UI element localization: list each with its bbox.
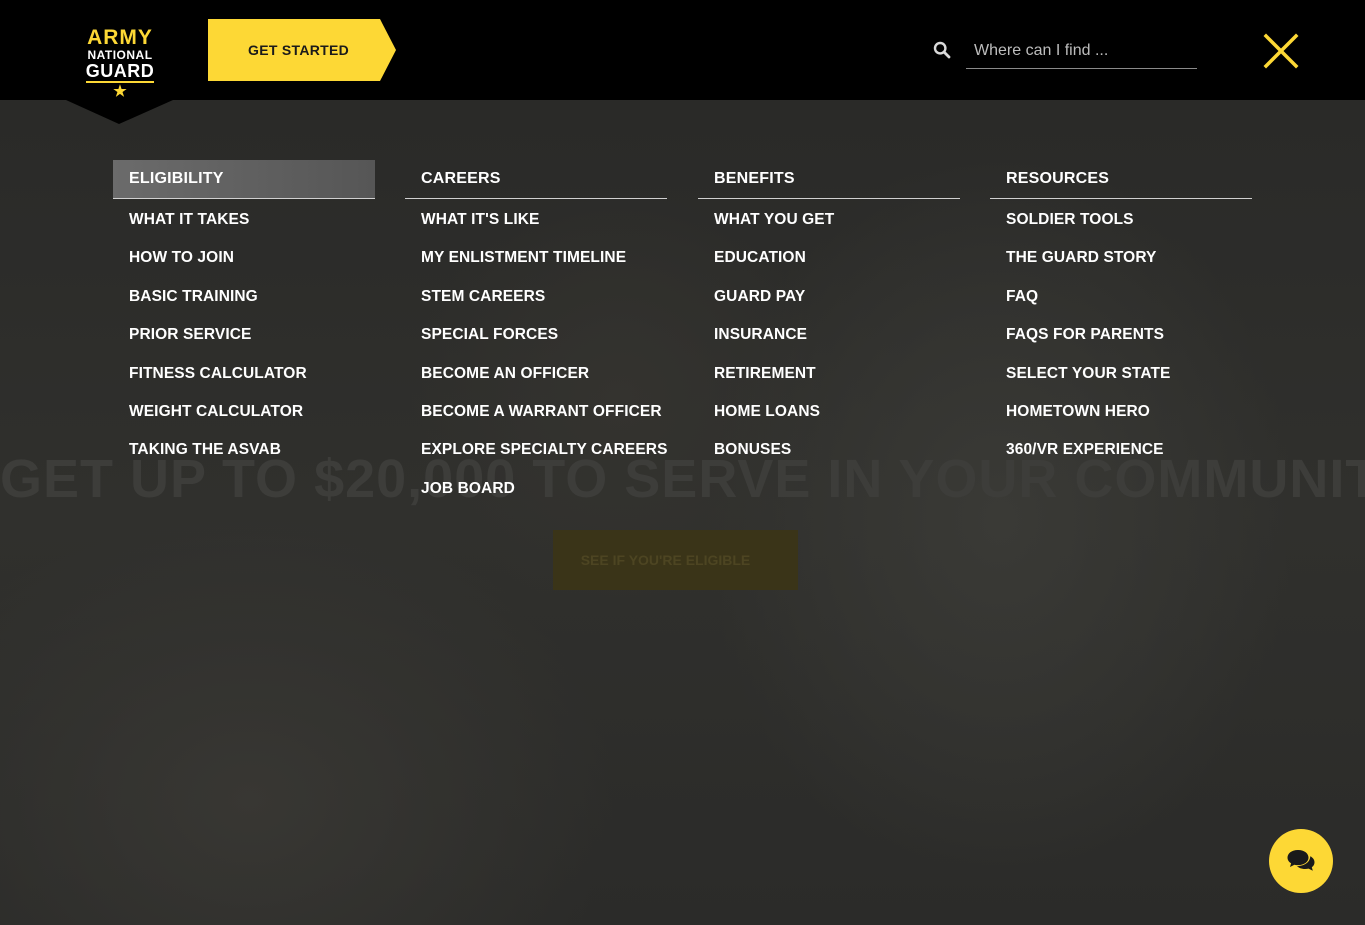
menu-list-eligibility: WHAT IT TAKES HOW TO JOIN BASIC TRAINING…	[113, 201, 375, 470]
menu-item-insurance[interactable]: INSURANCE	[698, 316, 960, 354]
menu-item-the-guard-story[interactable]: THE GUARD STORY	[990, 239, 1252, 277]
menu-item-what-its-like[interactable]: WHAT IT'S LIKE	[405, 201, 667, 239]
menu-item-home-loans[interactable]: HOME LOANS	[698, 393, 960, 431]
menu-item-explore-specialty-careers[interactable]: EXPLORE SPECIALTY CAREERS	[405, 431, 667, 469]
mega-menu: ELIGIBILITY WHAT IT TAKES HOW TO JOIN BA…	[113, 160, 1253, 520]
menu-list-benefits: WHAT YOU GET EDUCATION GUARD PAY INSURAN…	[698, 201, 960, 470]
chat-bubbles-icon	[1287, 850, 1315, 871]
menu-item-become-an-officer[interactable]: BECOME AN OFFICER	[405, 355, 667, 393]
menu-item-360-vr-experience[interactable]: 360/VR EXPERIENCE	[990, 431, 1252, 469]
menu-item-select-your-state[interactable]: SELECT YOUR STATE	[990, 355, 1252, 393]
menu-item-faqs-for-parents[interactable]: FAQS FOR PARENTS	[990, 316, 1252, 354]
menu-item-what-you-get[interactable]: WHAT YOU GET	[698, 201, 960, 239]
menu-item-retirement[interactable]: RETIREMENT	[698, 355, 960, 393]
close-icon[interactable]	[1262, 32, 1300, 70]
logo-guard-text: GUARD	[85, 61, 155, 81]
hero-cta-button: SEE IF YOU'RE ELIGIBLE	[553, 530, 798, 590]
menu-header-resources[interactable]: RESOURCES	[990, 160, 1252, 199]
menu-item-special-forces[interactable]: SPECIAL FORCES	[405, 316, 667, 354]
menu-item-become-a-warrant-officer[interactable]: BECOME A WARRANT OFFICER	[405, 393, 667, 431]
menu-column-careers: CAREERS WHAT IT'S LIKE MY ENLISTMENT TIM…	[405, 160, 667, 508]
menu-item-taking-the-asvab[interactable]: TAKING THE ASVAB	[113, 431, 375, 469]
menu-item-guard-pay[interactable]: GUARD PAY	[698, 278, 960, 316]
menu-list-resources: SOLDIER TOOLS THE GUARD STORY FAQ FAQS F…	[990, 201, 1252, 470]
menu-column-resources: RESOURCES SOLDIER TOOLS THE GUARD STORY …	[990, 160, 1252, 470]
chat-button[interactable]	[1269, 829, 1333, 893]
army-national-guard-logo[interactable]: ARMY NATIONAL GUARD ★	[84, 26, 156, 104]
search-icon[interactable]	[933, 41, 951, 59]
menu-item-faq[interactable]: FAQ	[990, 278, 1252, 316]
menu-item-bonuses[interactable]: BONUSES	[698, 431, 960, 469]
menu-item-prior-service[interactable]: PRIOR SERVICE	[113, 316, 375, 354]
menu-column-benefits: BENEFITS WHAT YOU GET EDUCATION GUARD PA…	[698, 160, 960, 470]
logo-national-text: NATIONAL	[87, 48, 153, 62]
menu-header-careers[interactable]: CAREERS	[405, 160, 667, 199]
menu-item-weight-calculator[interactable]: WEIGHT CALCULATOR	[113, 393, 375, 431]
menu-item-fitness-calculator[interactable]: FITNESS CALCULATOR	[113, 355, 375, 393]
search-input[interactable]	[966, 33, 1197, 69]
star-icon: ★	[113, 83, 127, 100]
menu-item-basic-training[interactable]: BASIC TRAINING	[113, 278, 375, 316]
logo-army-text: ARMY	[87, 26, 153, 49]
menu-item-hometown-hero[interactable]: HOMETOWN HERO	[990, 393, 1252, 431]
menu-item-my-enlistment-timeline[interactable]: MY ENLISTMENT TIMELINE	[405, 239, 667, 277]
menu-header-benefits[interactable]: BENEFITS	[698, 160, 960, 199]
menu-column-eligibility: ELIGIBILITY WHAT IT TAKES HOW TO JOIN BA…	[113, 160, 375, 470]
menu-item-soldier-tools[interactable]: SOLDIER TOOLS	[990, 201, 1252, 239]
menu-list-careers: WHAT IT'S LIKE MY ENLISTMENT TIMELINE ST…	[405, 201, 667, 508]
menu-item-education[interactable]: EDUCATION	[698, 239, 960, 277]
menu-item-job-board[interactable]: JOB BOARD	[405, 470, 667, 508]
get-started-button[interactable]: GET STARTED	[208, 19, 396, 81]
menu-item-how-to-join[interactable]: HOW TO JOIN	[113, 239, 375, 277]
menu-header-eligibility[interactable]: ELIGIBILITY	[113, 160, 375, 199]
menu-item-stem-careers[interactable]: STEM CAREERS	[405, 278, 667, 316]
menu-item-what-it-takes[interactable]: WHAT IT TAKES	[113, 201, 375, 239]
